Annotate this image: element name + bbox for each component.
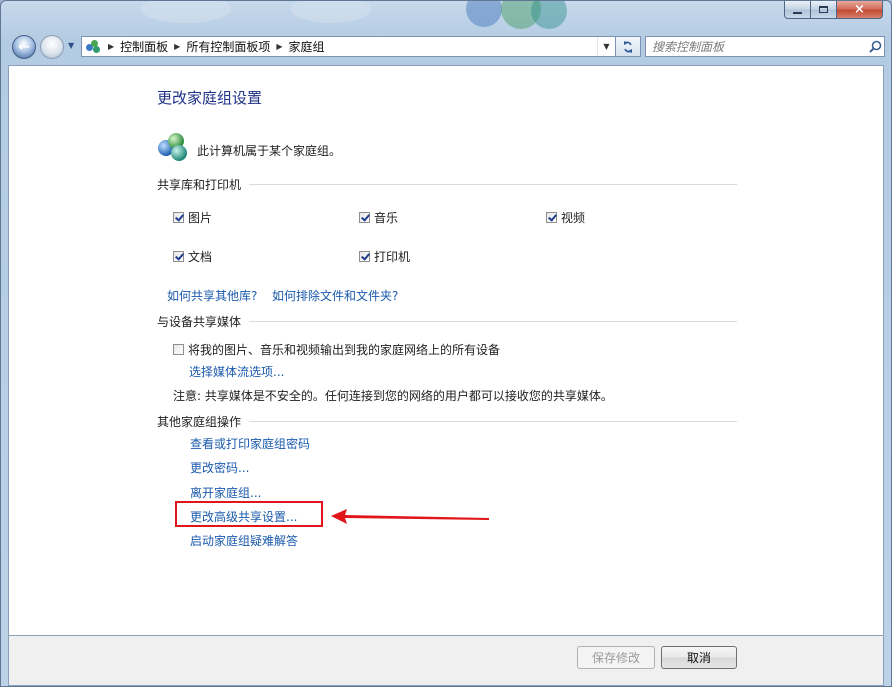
section-media: 与设备共享媒体 [157,313,737,329]
close-icon: × [854,2,865,17]
checkbox-documents[interactable]: 文档 [173,248,212,265]
chevron-right-icon[interactable]: ▶ [174,42,180,51]
forward-arrow-icon: → [46,39,58,55]
search-box[interactable] [645,36,885,57]
link-share-other-libraries[interactable]: 如何共享其他库? [167,287,257,304]
chevron-right-icon[interactable]: ▶ [108,42,114,51]
checkbox-documents-box[interactable] [173,251,184,262]
checkbox-printers-label: 打印机 [374,250,411,264]
homegroup-icon [86,39,102,54]
checkbox-videos-label: 视频 [561,211,586,225]
link-troubleshoot[interactable]: 启动家庭组疑难解答 [190,532,298,549]
chevron-right-icon[interactable]: ▶ [276,42,282,51]
checkbox-printers[interactable]: 打印机 [359,248,410,265]
checkbox-stream-media-box[interactable] [173,344,184,355]
back-arrow-icon: ← [18,39,30,55]
homegroup-status: 此计算机属于某个家庭组。 [197,144,342,158]
highlight-box [175,501,323,527]
back-button[interactable]: ← [12,35,36,59]
forward-button[interactable]: → [40,35,64,59]
maximize-button[interactable] [811,1,837,19]
caption-buttons: × [784,1,883,21]
minimize-button[interactable] [784,1,811,19]
divider [249,320,737,322]
close-button[interactable]: × [837,1,883,19]
button-bar: 保存修改 取消 [8,636,884,686]
recent-pages-dropdown[interactable]: ▼ [68,41,74,50]
checkbox-pictures-box[interactable] [173,212,184,223]
section-other-actions: 其他家庭组操作 [157,413,737,429]
checkbox-pictures[interactable]: 图片 [173,209,212,226]
checkbox-printers-box[interactable] [359,251,370,262]
breadcrumb-all-items[interactable]: 所有控制面板项 [186,38,270,55]
navigation-bar: ← → ▼ ▶ 控制面板 ▶ 所有控制面板项 ▶ 家庭组 ▼ [9,34,885,60]
checkbox-music[interactable]: 音乐 [359,209,398,226]
link-leave-homegroup[interactable]: 离开家庭组... [190,484,261,501]
save-button[interactable]: 保存修改 [577,646,655,669]
minimize-icon [793,11,802,14]
divider [249,420,737,422]
cancel-button[interactable]: 取消 [661,646,737,669]
address-bar[interactable]: ▶ 控制面板 ▶ 所有控制面板项 ▶ 家庭组 ▼ [81,36,616,57]
section-media-label: 与设备共享媒体 [157,314,242,329]
search-input[interactable] [646,38,866,55]
media-security-note: 注意: 共享媒体是不安全的。任何连接到您的网络的用户都可以接收您的共享媒体。 [173,389,613,403]
checkbox-documents-label: 文档 [188,250,213,264]
checkbox-music-box[interactable] [359,212,370,223]
homegroup-icon [158,133,187,161]
checkbox-pictures-label: 图片 [188,211,213,225]
checkbox-stream-media-label: 将我的图片、音乐和视频输出到我的家庭网络上的所有设备 [188,343,501,357]
page-title: 更改家庭组设置 [157,89,263,107]
address-dropdown-button[interactable]: ▼ [597,37,615,56]
link-media-options[interactable]: 选择媒体流选项... [189,363,284,380]
checkbox-music-label: 音乐 [374,211,399,225]
refresh-icon [624,40,632,53]
breadcrumb-control-panel[interactable]: 控制面板 [120,38,168,55]
checkbox-videos[interactable]: 视频 [546,209,585,226]
link-exclude-files[interactable]: 如何排除文件和文件夹? [272,287,398,304]
breadcrumb-homegroup[interactable]: 家庭组 [289,38,325,55]
maximize-icon [819,6,828,13]
annotation-arrow [331,509,489,524]
divider [249,183,737,185]
chevron-down-icon: ▼ [603,42,610,51]
link-change-password[interactable]: 更改密码... [190,459,249,476]
section-libraries: 共享库和打印机 [157,176,737,192]
link-view-password[interactable]: 查看或打印家庭组密码 [190,435,310,452]
checkbox-videos-box[interactable] [546,212,557,223]
section-other-actions-label: 其他家庭组操作 [157,414,242,429]
checkbox-stream-media[interactable]: 将我的图片、音乐和视频输出到我的家庭网络上的所有设备 [173,341,500,358]
main-content: 更改家庭组设置 此计算机属于某个家庭组。 共享库和打印机 图片 音乐 视频 文档… [8,65,884,636]
search-icon[interactable] [866,40,884,53]
section-libraries-label: 共享库和打印机 [157,177,242,192]
refresh-button[interactable] [616,36,641,57]
title-bar [1,1,891,35]
control-panel-window: × ← → ▼ ▶ 控制面板 ▶ 所有控制面板项 ▶ 家庭组 ▼ 搜索控制面板 … [0,0,892,687]
